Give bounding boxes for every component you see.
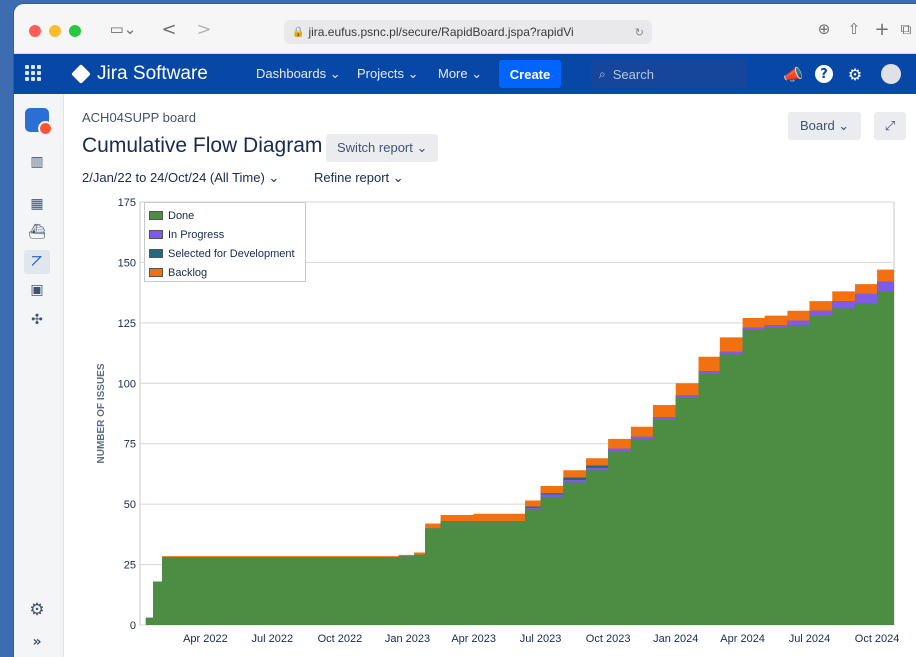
- megaphone-icon[interactable]: 📣: [782, 63, 804, 85]
- legend-item[interactable]: Selected for Development: [149, 244, 305, 263]
- reload-icon[interactable]: ↻: [635, 26, 644, 39]
- url-text: jira.eufus.psnc.pl/secure/RapidBoard.jsp…: [308, 25, 574, 39]
- legend-label: In Progress: [168, 228, 225, 241]
- x-tick-label: Apr 2022: [183, 633, 228, 645]
- search-icon: ⌕: [599, 66, 606, 81]
- y-tick-label: 0: [130, 620, 136, 632]
- legend-item[interactable]: Backlog: [149, 263, 305, 282]
- search-placeholder: Search: [612, 66, 654, 82]
- backlog-board-icon[interactable]: ▥: [24, 150, 50, 174]
- board-dropdown-button[interactable]: Board ⌄: [788, 112, 862, 140]
- legend-swatch: [149, 268, 163, 277]
- y-tick-label: 25: [124, 560, 136, 572]
- project-sidebar: ▥ ▦ ⛴ ⦢ ▣ ✣ ⚙ »: [14, 94, 64, 657]
- project-settings-gear-icon[interactable]: ⚙: [24, 598, 50, 622]
- x-tick-label: Jul 2024: [789, 633, 831, 645]
- fullscreen-expand-icon[interactable]: ⤢: [874, 112, 906, 140]
- close-window-button[interactable]: [29, 25, 41, 37]
- main-content: ACH04SUPP board Cumulative Flow Diagram …: [64, 94, 916, 657]
- legend-item[interactable]: Done: [149, 206, 305, 225]
- sidebar-toggle-icon[interactable]: ▭⌄: [108, 18, 138, 40]
- settings-gear-icon[interactable]: ⚙: [844, 63, 866, 85]
- legend-swatch: [149, 249, 163, 258]
- help-icon[interactable]: ?: [813, 63, 835, 85]
- releases-ship-icon[interactable]: ⛴: [24, 220, 50, 244]
- board-name[interactable]: ACH04SUPP board: [82, 110, 196, 125]
- date-range-filter[interactable]: 2/Jan/22 to 24/Oct/24 (All Time) ⌄: [82, 170, 279, 186]
- reports-chart-icon[interactable]: ⦢: [24, 250, 50, 274]
- x-tick-label: Oct 2024: [855, 633, 900, 645]
- search-input[interactable]: ⌕ Search: [591, 60, 747, 88]
- minimize-window-button[interactable]: [49, 25, 61, 37]
- y-tick-label: 175: [118, 198, 136, 209]
- legend-swatch: [149, 211, 163, 220]
- expand-sidebar-icon[interactable]: »: [24, 630, 50, 654]
- address-bar[interactable]: 🔒 jira.eufus.psnc.pl/secure/RapidBoard.j…: [284, 20, 652, 44]
- board-columns-icon[interactable]: ▦: [24, 192, 50, 216]
- switch-report-button[interactable]: Switch report ⌄: [326, 134, 439, 162]
- y-tick-label: 100: [118, 378, 136, 390]
- new-tab-icon[interactable]: +: [872, 18, 892, 40]
- forward-button[interactable]: >: [194, 18, 214, 40]
- x-tick-label: Jul 2022: [251, 633, 293, 645]
- lock-icon: 🔒: [292, 26, 305, 38]
- y-tick-label: 150: [118, 257, 136, 269]
- nav-projects[interactable]: Projects ⌄: [357, 66, 418, 82]
- x-tick-label: Oct 2022: [318, 633, 363, 645]
- share-icon[interactable]: ⇧: [844, 18, 864, 40]
- user-avatar[interactable]: [880, 63, 902, 85]
- x-tick-label: Jan 2024: [653, 633, 698, 645]
- back-button[interactable]: <: [159, 18, 179, 40]
- x-tick-label: Apr 2023: [451, 633, 496, 645]
- browser-titlebar: ▭⌄ < > 🔒 jira.eufus.psnc.pl/secure/Rapid…: [14, 4, 916, 54]
- maximize-window-button[interactable]: [69, 25, 81, 37]
- add-ons-puzzle-icon[interactable]: ✣: [24, 308, 50, 332]
- x-tick-label: Apr 2024: [720, 633, 765, 645]
- jira-top-nav: Jira Software Dashboards ⌄ Projects ⌄ Mo…: [14, 54, 916, 94]
- create-button[interactable]: Create: [499, 60, 561, 88]
- y-tick-label: 125: [118, 318, 136, 330]
- y-tick-label: 75: [124, 439, 136, 451]
- tabs-overview-icon[interactable]: ⧉: [896, 18, 916, 40]
- y-tick-label: 50: [124, 499, 136, 511]
- browser-window: ▭⌄ < > 🔒 jira.eufus.psnc.pl/secure/Rapid…: [14, 4, 916, 657]
- app-switcher-icon[interactable]: [25, 65, 41, 81]
- y-axis-title: NUMBER OF ISSUES: [96, 363, 107, 463]
- x-tick-label: Oct 2023: [586, 633, 631, 645]
- chart-legend: Done In Progress Selected for Development B…: [144, 202, 306, 282]
- legend-swatch: [149, 230, 163, 239]
- nav-more[interactable]: More ⌄: [438, 66, 482, 82]
- project-avatar[interactable]: [25, 108, 53, 136]
- x-tick-label: Jan 2023: [385, 633, 430, 645]
- refine-report-dropdown[interactable]: Refine report ⌄: [314, 170, 404, 186]
- legend-label: Done: [168, 209, 195, 222]
- page-title: Cumulative Flow Diagram: [82, 134, 323, 157]
- product-name: Jira Software: [97, 63, 208, 84]
- nav-dashboards[interactable]: Dashboards ⌄: [256, 66, 341, 82]
- jira-logo[interactable]: Jira Software: [71, 63, 208, 85]
- issues-icon[interactable]: ▣: [24, 278, 50, 302]
- x-tick-label: Jul 2023: [520, 633, 562, 645]
- legend-label: Backlog: [168, 266, 208, 279]
- download-icon[interactable]: ⊕: [814, 18, 834, 40]
- legend-item[interactable]: In Progress: [149, 225, 305, 244]
- legend-label: Selected for Development: [168, 247, 295, 260]
- jira-diamond-icon: [71, 64, 91, 84]
